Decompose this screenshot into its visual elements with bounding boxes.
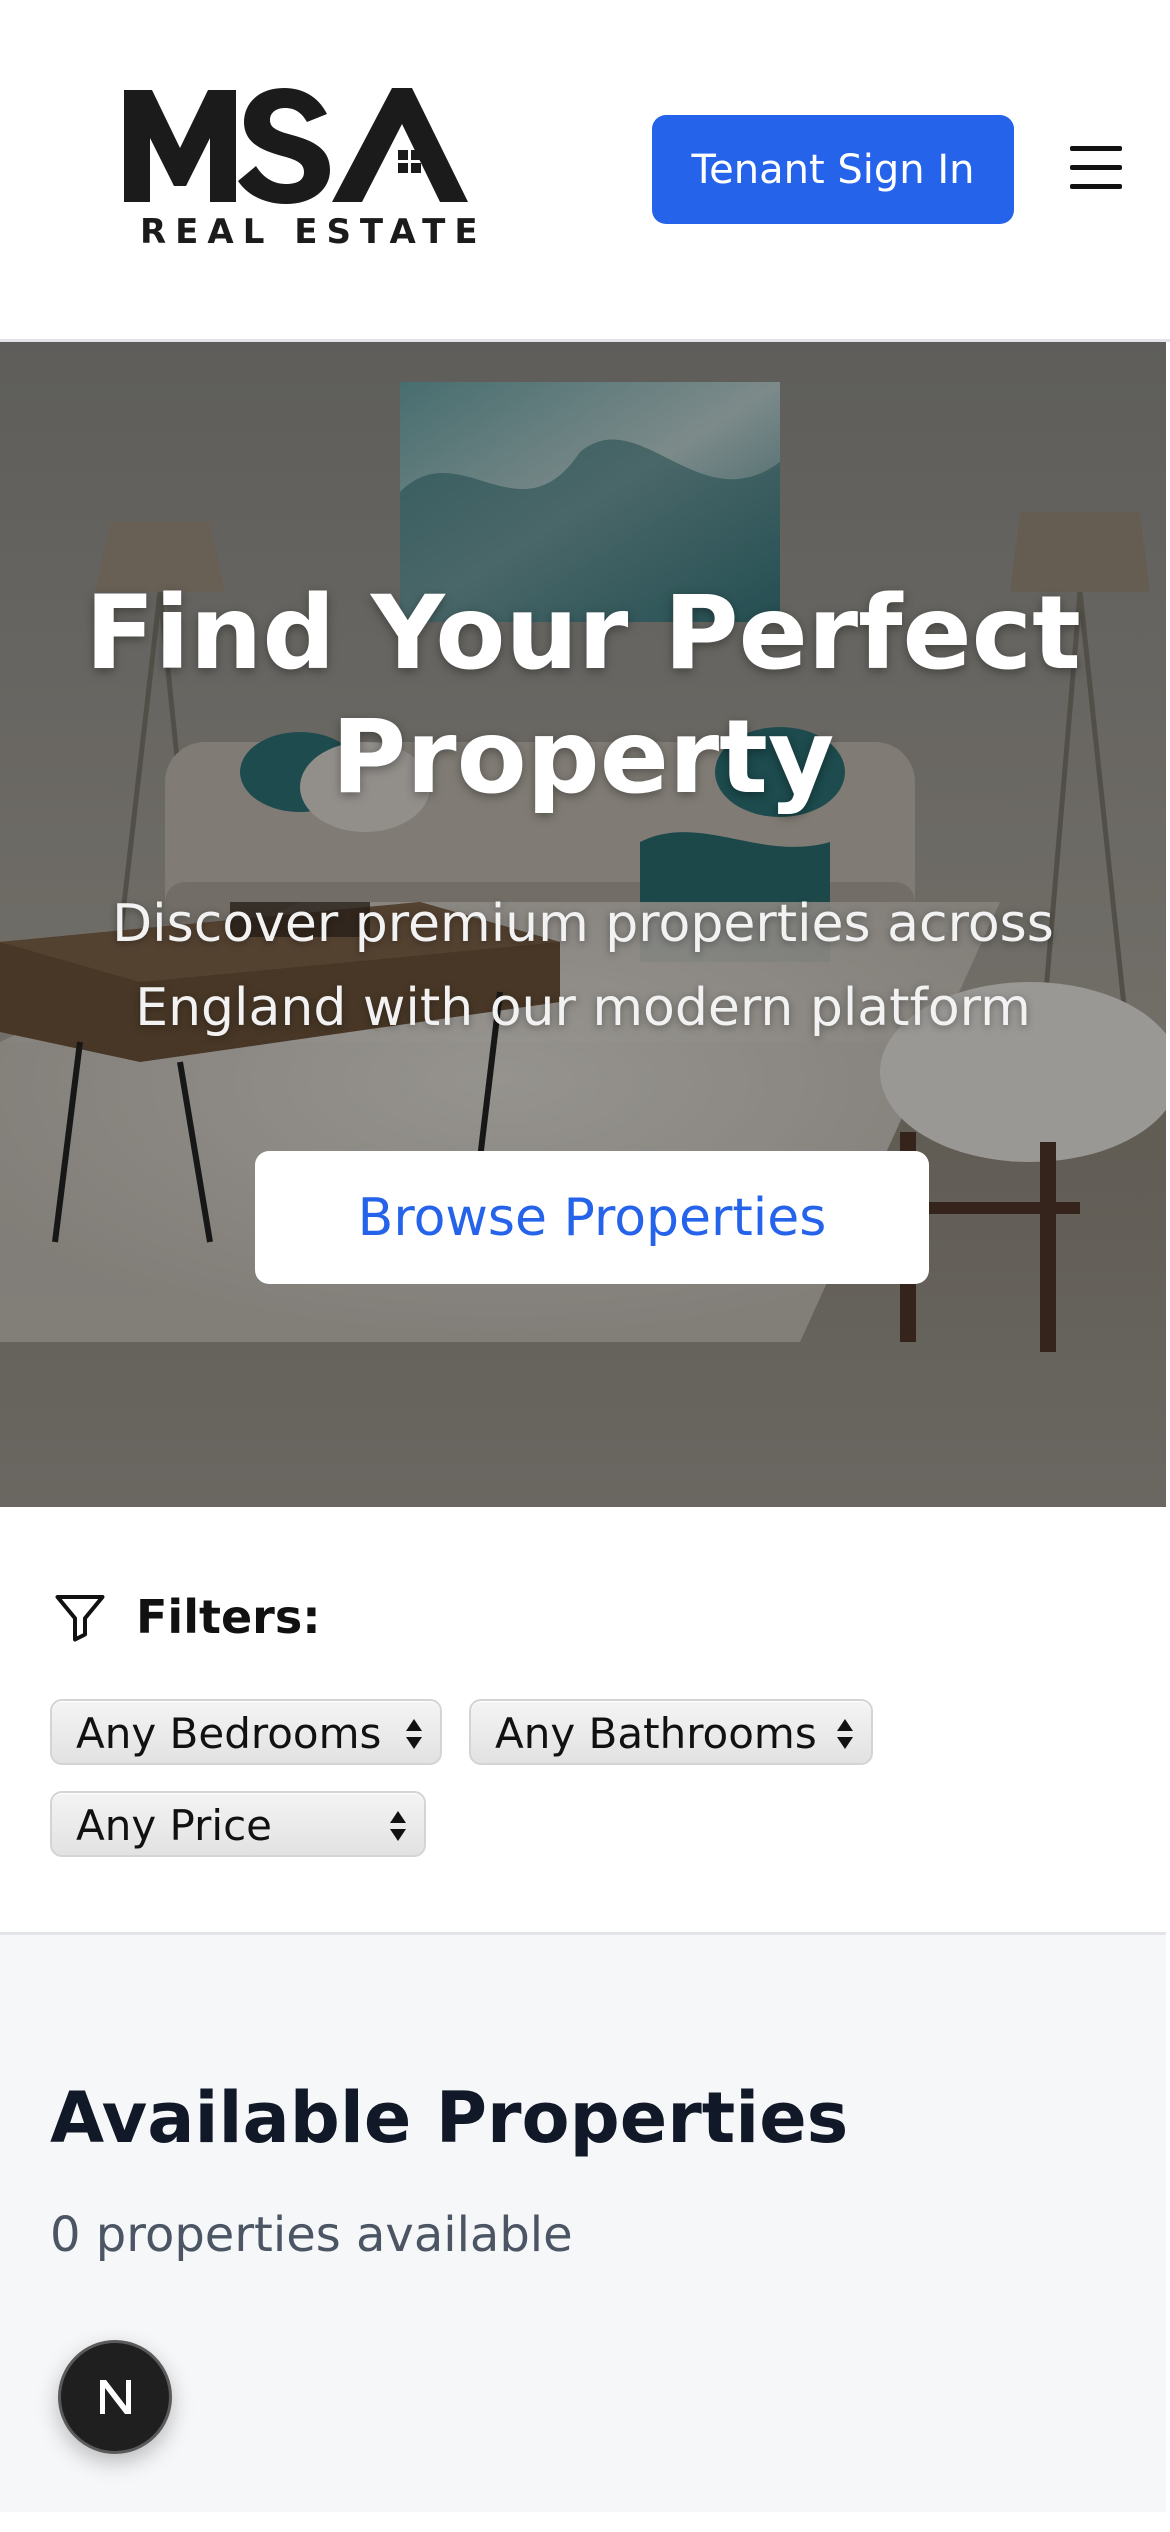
bathrooms-select[interactable]: Any Bathrooms	[469, 1699, 873, 1765]
hero-title: Find Your Perfect Property	[85, 574, 1081, 817]
filters-label: Filters:	[136, 1590, 321, 1644]
bedrooms-select-value: Any Bedrooms	[76, 1709, 382, 1758]
site-header: REAL ESTATE Tenant Sign In	[0, 0, 1170, 342]
price-select[interactable]: Any Price	[50, 1791, 426, 1857]
hamburger-menu-icon[interactable]	[1066, 140, 1126, 196]
msa-logo-mark	[124, 88, 468, 204]
select-arrows-icon	[406, 1719, 422, 1749]
logo-subtitle: REAL ESTATE	[140, 212, 487, 252]
properties-section: Available Properties 0 properties availa…	[0, 1935, 1166, 2512]
filters-section: Filters: Any Bedrooms Any Bathrooms Any …	[0, 1507, 1166, 1935]
select-arrows-icon	[390, 1811, 406, 1841]
hero-section: Find Your Perfect Property Discover prem…	[0, 342, 1166, 1507]
select-arrows-icon	[837, 1719, 853, 1749]
bathrooms-select-value: Any Bathrooms	[495, 1709, 817, 1758]
bedrooms-select[interactable]: Any Bedrooms	[50, 1699, 442, 1765]
n-logo-icon	[100, 2380, 131, 2414]
tenant-sign-in-button[interactable]: Tenant Sign In	[652, 115, 1014, 224]
hero-subtitle: Discover premium properties across Engla…	[112, 894, 1054, 1038]
properties-count: 0 properties available	[50, 2207, 573, 2263]
browse-properties-button[interactable]: Browse Properties	[255, 1151, 929, 1284]
price-select-value: Any Price	[76, 1801, 273, 1850]
dev-tools-badge[interactable]	[58, 2340, 172, 2454]
funnel-icon	[55, 1595, 105, 1642]
filters-header: Filters:	[50, 1587, 321, 1647]
properties-title: Available Properties	[50, 2077, 849, 2159]
msa-logo[interactable]: REAL ESTATE	[122, 86, 487, 258]
